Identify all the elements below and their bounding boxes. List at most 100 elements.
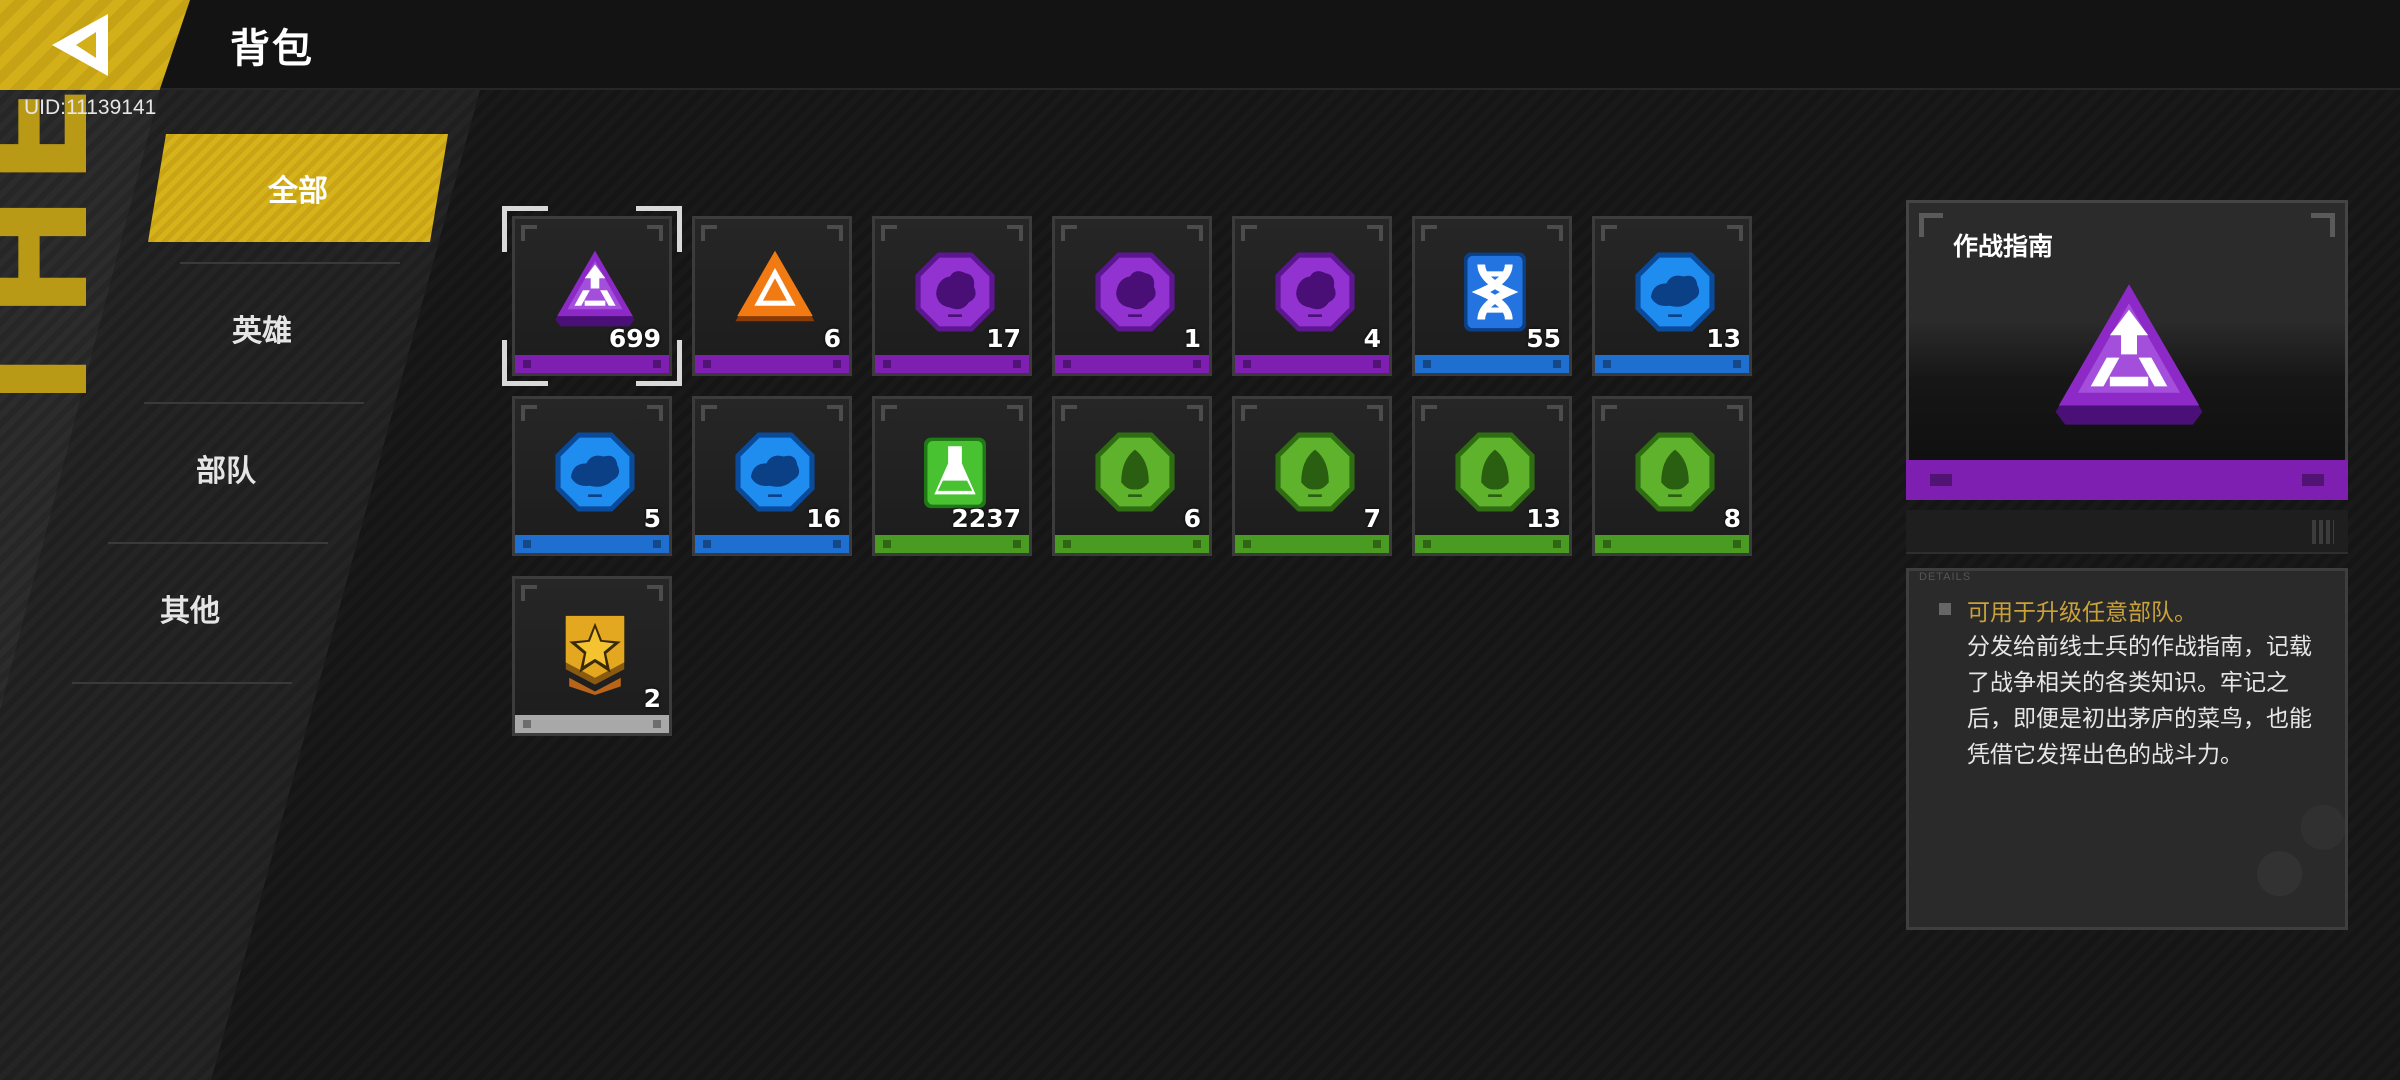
category-divider	[108, 542, 328, 544]
green-map-icon	[1095, 432, 1175, 512]
category-divider	[180, 262, 400, 264]
frame-corner	[647, 405, 663, 421]
rarity-bar	[1595, 535, 1749, 553]
frame-corner	[1421, 405, 1437, 421]
frame-corner	[1601, 225, 1617, 241]
item-detail-card: 作战指南	[1906, 200, 2348, 500]
frame-corner	[1187, 405, 1203, 421]
frame-corner	[701, 405, 717, 421]
frame-corner	[1241, 225, 1257, 241]
frame-corner	[1547, 225, 1563, 241]
top-bar: 背包	[0, 0, 2400, 90]
item-count: 5	[643, 504, 661, 533]
category-troops[interactable]: 部队	[76, 414, 376, 522]
frame-corner	[1727, 225, 1743, 241]
detail-separator	[1906, 510, 2348, 554]
purple-map-icon	[915, 252, 995, 332]
inventory-item[interactable]: 13	[1592, 216, 1752, 376]
item-count: 13	[1526, 504, 1561, 533]
category-all[interactable]: 全部	[148, 134, 448, 242]
rarity-bar	[875, 355, 1029, 373]
item-count: 6	[1183, 504, 1201, 533]
green-flask-icon	[924, 437, 986, 509]
inventory-item[interactable]: 2237	[872, 396, 1032, 556]
decorative-lines	[2312, 520, 2334, 544]
inventory-item[interactable]: 2	[512, 576, 672, 736]
inventory-item[interactable]: 1	[1052, 216, 1212, 376]
inventory-item[interactable]: 16	[692, 396, 852, 556]
inventory-item[interactable]: 17	[872, 216, 1032, 376]
green-map-icon	[1275, 432, 1355, 512]
item-count: 6	[823, 324, 841, 353]
blue-map-icon	[735, 432, 815, 512]
frame-corner	[1007, 405, 1023, 421]
rarity-bar	[1235, 535, 1389, 553]
inventory-item[interactable]: 8	[1592, 396, 1752, 556]
rarity-bar	[1595, 355, 1749, 373]
description-tag: DETAILS	[1919, 571, 1972, 583]
green-map-icon	[1455, 432, 1535, 512]
blue-dna-icon	[1464, 252, 1526, 332]
rarity-bar	[1415, 355, 1569, 373]
blue-map-icon	[1635, 252, 1715, 332]
inventory-item[interactable]: 55	[1412, 216, 1572, 376]
item-count: 1	[1183, 324, 1201, 353]
item-count: 55	[1526, 324, 1561, 353]
frame-corner	[701, 225, 717, 241]
purple-triangle-icon	[2055, 284, 2203, 425]
frame-corner	[1547, 405, 1563, 421]
purple-triangle-icon	[555, 250, 635, 327]
frame-corner	[1601, 405, 1617, 421]
frame-corner	[1061, 225, 1077, 241]
frame-corner	[521, 405, 537, 421]
rarity-bar	[1235, 355, 1389, 373]
frame-corner	[1421, 225, 1437, 241]
item-description: 分发给前线士兵的作战指南，记载了战争相关的各类知识。牢记之后，即便是初出茅庐的菜…	[1967, 634, 2312, 768]
inventory-item[interactable]: 699	[512, 216, 672, 376]
frame-corner	[647, 225, 663, 241]
inventory-item[interactable]: 5	[512, 396, 672, 556]
rarity-bar	[1415, 535, 1569, 553]
item-count: 2	[643, 684, 661, 713]
purple-map-icon	[1275, 252, 1355, 332]
inventory-item[interactable]: 7	[1232, 396, 1392, 556]
category-other[interactable]: 其他	[40, 554, 340, 662]
frame-corner	[647, 585, 663, 601]
blue-map-icon	[555, 432, 635, 512]
rarity-bar	[515, 715, 669, 733]
frame-corner	[521, 585, 537, 601]
item-count: 17	[986, 324, 1021, 353]
inventory-item[interactable]: 6	[692, 216, 852, 376]
frame-corner	[1187, 225, 1203, 241]
category-divider	[72, 682, 292, 684]
rarity-bar	[515, 355, 669, 373]
frame-corner	[1241, 405, 1257, 421]
item-count: 7	[1363, 504, 1381, 533]
frame-corner	[1367, 405, 1383, 421]
item-count: 8	[1723, 504, 1741, 533]
item-count: 16	[806, 504, 841, 533]
frame-corner	[1919, 213, 1943, 237]
frame-corner	[1727, 405, 1743, 421]
category-heroes[interactable]: 英雄	[112, 274, 412, 382]
item-count: 699	[608, 324, 661, 353]
frame-corner	[521, 225, 537, 241]
bullet-icon	[1939, 603, 1951, 615]
frame-corner	[827, 405, 843, 421]
page-title: 背包	[230, 26, 314, 72]
inventory-item[interactable]: 13	[1412, 396, 1572, 556]
inventory-item[interactable]: 4	[1232, 216, 1392, 376]
frame-corner	[881, 225, 897, 241]
user-uid: UID:11139141	[24, 96, 157, 119]
green-map-icon	[1635, 432, 1715, 512]
item-count: 2237	[951, 504, 1021, 533]
rarity-bar	[1055, 355, 1209, 373]
back-button[interactable]	[0, 0, 190, 90]
rarity-bar	[875, 535, 1029, 553]
frame-corner	[2311, 213, 2335, 237]
rarity-bar	[1055, 535, 1209, 553]
back-arrow-icon	[52, 14, 108, 76]
inventory-item[interactable]: 6	[1052, 396, 1212, 556]
rarity-bar	[695, 355, 849, 373]
frame-corner	[881, 405, 897, 421]
